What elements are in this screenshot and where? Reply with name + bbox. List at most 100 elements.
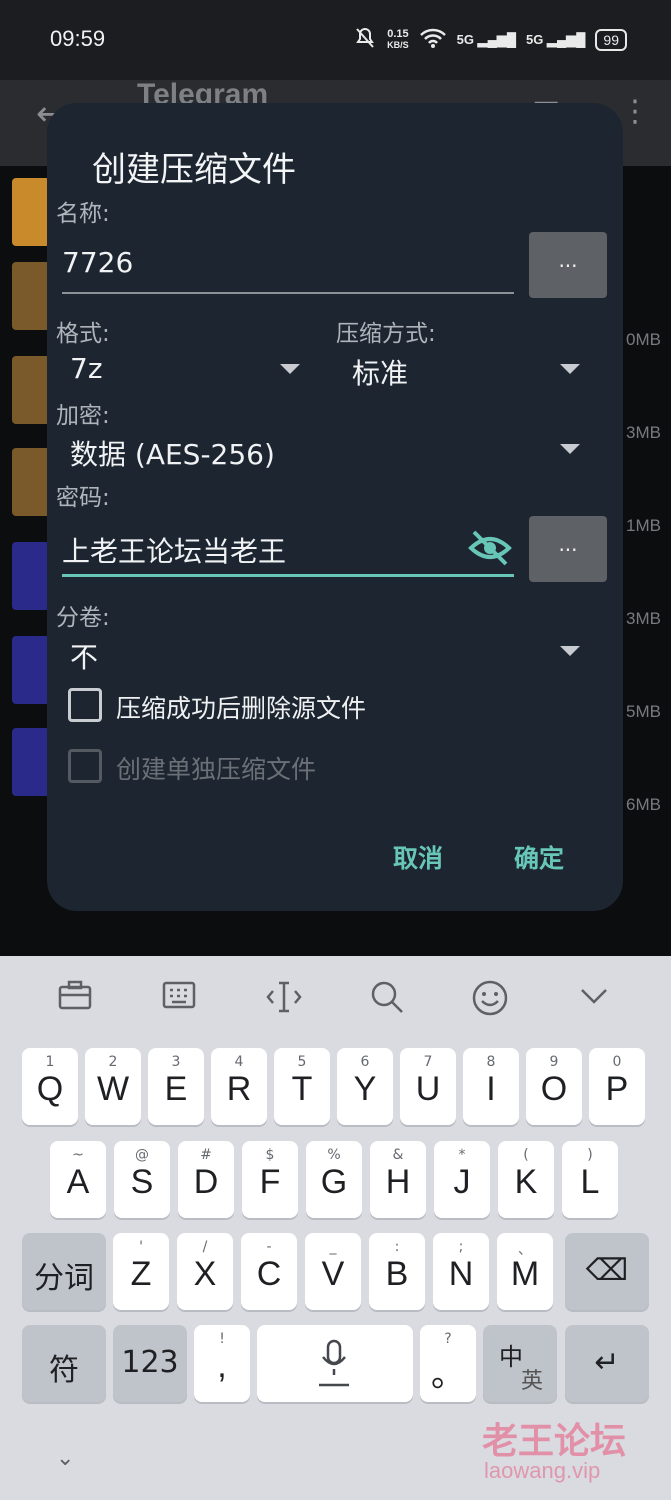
hide-keyboard-icon[interactable]: ⌄ [56, 1446, 74, 1471]
key-label: S [130, 1163, 154, 1201]
key-l[interactable]: ) L [562, 1141, 618, 1218]
wifi-icon [419, 27, 447, 52]
key-label: Y [353, 1070, 377, 1108]
key-t[interactable]: 5T [274, 1048, 330, 1125]
key-k[interactable]: (K [498, 1141, 554, 1218]
ok-button[interactable]: 确定 [514, 839, 564, 875]
key-o[interactable]: 9O [526, 1048, 582, 1125]
archive-file-icon[interactable] [12, 448, 50, 516]
key-label: Z [130, 1255, 152, 1293]
file-icon[interactable] [12, 728, 50, 796]
key-w[interactable]: 2W [85, 1048, 141, 1125]
emoji-icon[interactable] [472, 980, 508, 1024]
key-n[interactable]: ; N [433, 1233, 489, 1310]
key-i[interactable]: 8I [463, 1048, 519, 1125]
period-key[interactable]: ?。 [420, 1325, 476, 1402]
key-label: V [321, 1255, 345, 1293]
name-label: 名称: [56, 201, 110, 227]
key-x[interactable]: / X [177, 1233, 233, 1310]
status-time: 09:59 [50, 26, 106, 51]
key-r[interactable]: 4R [211, 1048, 267, 1125]
password-input-underline [62, 574, 514, 577]
method-label: 压缩方式: [336, 321, 436, 347]
dialog-title: 创建压缩文件 [92, 150, 296, 190]
number-key[interactable]: 123 [113, 1325, 187, 1402]
key-h[interactable]: & H [370, 1141, 426, 1218]
key-a[interactable]: ~ A [50, 1141, 106, 1218]
key-c[interactable]: -C [241, 1233, 297, 1310]
key-label: T [291, 1070, 313, 1108]
collapse-keyboard-icon[interactable] [578, 980, 610, 1018]
chevron-down-icon[interactable] [560, 444, 580, 454]
key-y[interactable]: 6Y [337, 1048, 393, 1125]
key-q[interactable]: 1Q [22, 1048, 78, 1125]
chevron-down-icon[interactable] [560, 364, 580, 374]
file-size: 5MB [626, 702, 661, 721]
enter-icon: ↵ [594, 1345, 620, 1380]
key-b[interactable]: :B [369, 1233, 425, 1310]
chevron-down-icon[interactable] [280, 364, 300, 374]
key-s[interactable]: @ S [114, 1141, 170, 1218]
cursor-move-icon[interactable] [266, 980, 302, 1022]
cancel-button[interactable]: 取消 [393, 839, 443, 875]
key-d[interactable]: # D [178, 1141, 234, 1218]
volume-label: 分卷: [56, 605, 110, 631]
volume-select[interactable]: 不 [70, 636, 98, 676]
keyboard-layout-icon[interactable] [162, 980, 196, 1018]
key-hint: ) [587, 1147, 593, 1163]
key-hint: 3 [171, 1054, 181, 1070]
key-hint: _ [329, 1239, 337, 1255]
delete-source-checkbox[interactable] [68, 688, 102, 722]
archive-file-icon[interactable] [12, 262, 50, 330]
file-size: 0MB [626, 330, 661, 349]
key-label: D [193, 1163, 219, 1201]
key-hint: 5 [297, 1054, 307, 1070]
enter-key[interactable]: ↵ [565, 1325, 649, 1402]
fenci-key[interactable]: 分词 [22, 1233, 106, 1310]
eye-off-icon[interactable] [468, 528, 512, 572]
separate-archive-checkbox[interactable] [68, 749, 102, 783]
key-label: J [453, 1163, 471, 1201]
clipboard-icon[interactable] [58, 980, 92, 1018]
name-input[interactable]: 7726 [62, 246, 514, 279]
comma-key[interactable]: !, [194, 1325, 250, 1402]
language-switch-key[interactable]: 中 英 [483, 1325, 557, 1402]
chevron-down-icon[interactable] [560, 646, 580, 656]
browse-name-button[interactable]: ... [529, 232, 607, 298]
password-input[interactable]: 上老王论坛当老王 [62, 530, 462, 570]
encrypt-select[interactable]: 数据 (AES-256) [70, 433, 275, 473]
format-select[interactable]: 7z [70, 352, 103, 385]
key-u[interactable]: 7U [400, 1048, 456, 1125]
password-options-button[interactable]: ... [529, 516, 607, 582]
method-select[interactable]: 标准 [352, 352, 408, 392]
key-m[interactable]: 、 M [497, 1233, 553, 1310]
key-g[interactable]: % G [306, 1141, 362, 1218]
key-label: M [510, 1255, 540, 1293]
name-input-underline [62, 292, 514, 294]
file-icon[interactable] [12, 636, 50, 704]
key-p[interactable]: 0P [589, 1048, 645, 1125]
key-f[interactable]: $ F [242, 1141, 298, 1218]
file-icon[interactable] [12, 542, 50, 610]
key-hint: % [327, 1147, 341, 1163]
search-icon[interactable] [370, 980, 404, 1022]
encrypt-label: 加密: [56, 403, 110, 429]
key-hint: @ [135, 1147, 149, 1163]
key-hint: & [392, 1147, 404, 1163]
archive-file-icon[interactable] [12, 356, 50, 424]
key-z[interactable]: ' Z [113, 1233, 169, 1310]
key-label: K [514, 1163, 538, 1201]
key-j[interactable]: * J [434, 1141, 490, 1218]
backspace-key[interactable]: ⌫ [565, 1233, 649, 1310]
key-v[interactable]: _ V [305, 1233, 361, 1310]
symbol-key[interactable]: 符 [22, 1325, 106, 1402]
folder-icon[interactable] [12, 178, 50, 246]
space-key[interactable] [257, 1325, 413, 1402]
more-vert-icon[interactable]: ⋮ [620, 94, 650, 129]
key-label: W [96, 1070, 130, 1108]
signal-icon: 5G ▂▄▆█ [456, 31, 517, 47]
key-label: R [226, 1070, 252, 1108]
key-hint: * [458, 1147, 466, 1163]
key-e[interactable]: 3E [148, 1048, 204, 1125]
file-size: 3MB [626, 423, 661, 442]
